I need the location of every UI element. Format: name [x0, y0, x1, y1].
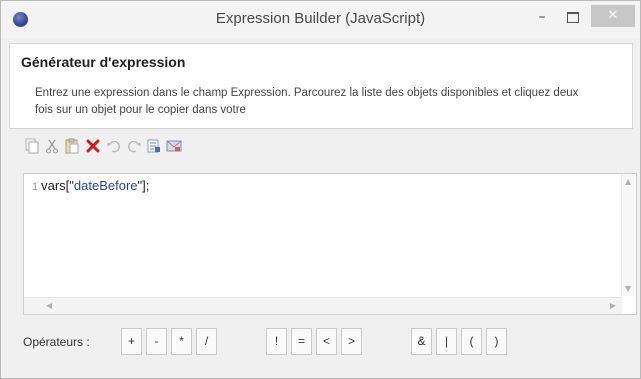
code-prefix: vars["	[41, 178, 74, 193]
description-text: Entrez une expression dans le champ Expr…	[35, 87, 579, 116]
maximize-button[interactable]	[559, 7, 585, 29]
operator-plus-button[interactable]: +	[121, 328, 142, 355]
code-line: 1 vars["dateBefore"];	[32, 178, 149, 193]
format-icon[interactable]	[145, 137, 163, 155]
delete-icon[interactable]	[84, 137, 102, 155]
operator-close-paren-button[interactable]: )	[486, 328, 507, 355]
page-title: Générateur d'expression	[21, 54, 186, 70]
operator-equals-button[interactable]: =	[291, 328, 312, 355]
operator-minus-button[interactable]: -	[146, 328, 167, 355]
cut-icon[interactable]	[43, 137, 61, 155]
horizontal-scrollbar[interactable]: ◀ ▶	[24, 297, 622, 314]
title-bar[interactable]: Expression Builder (JavaScript) – ✕	[1, 1, 640, 39]
operator-not-button[interactable]: !	[266, 328, 287, 355]
operator-and-button[interactable]: &	[411, 328, 432, 355]
scroll-left-icon[interactable]: ◀	[46, 301, 52, 310]
undo-icon[interactable]	[105, 137, 123, 155]
operator-greater-than-button[interactable]: >	[341, 328, 362, 355]
operators-label: Opérateurs :	[23, 335, 90, 349]
code-suffix: "];	[137, 178, 150, 193]
expression-builder-window: Expression Builder (JavaScript) – ✕ Géné…	[0, 0, 641, 379]
vertical-scrollbar[interactable]: ▲ ▼	[621, 174, 636, 296]
expression-editor[interactable]: 1 vars["dateBefore"]; ▲ ▼ ◀ ▶	[23, 173, 637, 315]
operator-multiply-button[interactable]: *	[171, 328, 192, 355]
paste-icon[interactable]	[63, 137, 81, 155]
operator-less-than-button[interactable]: <	[316, 328, 337, 355]
header-panel: Générateur d'expression Entrez une expre…	[9, 43, 633, 129]
maximize-icon	[567, 12, 579, 23]
line-number: 1	[32, 181, 39, 193]
minimize-button[interactable]: –	[529, 7, 555, 29]
operator-divide-button[interactable]: /	[196, 328, 217, 355]
test-icon[interactable]	[165, 137, 183, 155]
operator-open-paren-button[interactable]: (	[461, 328, 482, 355]
copy-icon[interactable]	[23, 137, 41, 155]
scroll-down-icon[interactable]: ▼	[625, 284, 631, 293]
redo-icon[interactable]	[125, 137, 143, 155]
close-button[interactable]: ✕	[591, 5, 635, 27]
scroll-right-icon[interactable]: ▶	[610, 301, 616, 310]
code-string: dateBefore	[73, 178, 138, 193]
scroll-up-icon[interactable]: ▲	[625, 177, 631, 186]
operator-or-button[interactable]: |	[436, 328, 457, 355]
